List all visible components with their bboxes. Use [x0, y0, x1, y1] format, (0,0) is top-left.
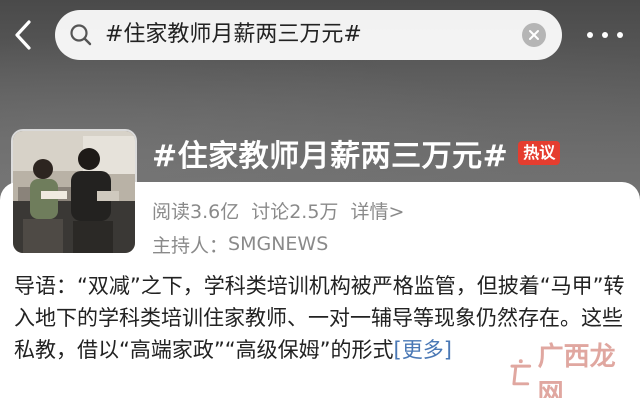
more-link[interactable]: [更多] [394, 338, 452, 362]
search-icon [70, 24, 92, 46]
topic-title-row: #住家教师月薪两三万元# 热议 [152, 133, 561, 174]
host-label: 主持人： [152, 234, 229, 257]
read-count: 阅读3.6亿 [152, 200, 240, 223]
topic-stats: 阅读3.6亿 讨论2.5万 详情> [152, 196, 404, 224]
top-bar: #住家教师月薪两三万元# [0, 0, 640, 70]
host-row: 主持人： SMGNEWS [152, 230, 328, 258]
more-dots-icon [617, 32, 623, 38]
discussion-count: 讨论2.5万 [251, 200, 339, 223]
watermark-text: 广西龙网 [537, 342, 616, 398]
back-button[interactable] [8, 16, 38, 54]
intro-text: 导语：“双减”之下，学科类培训机构被严格监管，但披着“马甲”转入地下的学科类培训… [14, 274, 625, 362]
topic-title: #住家教师月薪两三万元# [152, 139, 509, 174]
clear-button[interactable] [522, 23, 546, 47]
more-dots-icon [602, 32, 608, 38]
search-input[interactable]: #住家教师月薪两三万元# [105, 10, 362, 60]
more-dots-icon [587, 32, 593, 38]
back-arrow-icon [15, 20, 31, 50]
watermark: 广西龙网 [508, 342, 640, 398]
details-link[interactable]: 详情> [350, 197, 404, 224]
topic-cover-image[interactable] [11, 129, 137, 255]
clear-icon [529, 30, 539, 40]
host-name[interactable]: SMGNEWS [228, 233, 328, 255]
search-box[interactable]: #住家教师月薪两三万元# [55, 10, 562, 60]
watermark-logo-icon [510, 359, 532, 386]
cover-photo [13, 131, 135, 253]
hot-badge: 热议 [518, 141, 561, 165]
more-button[interactable] [583, 20, 627, 50]
